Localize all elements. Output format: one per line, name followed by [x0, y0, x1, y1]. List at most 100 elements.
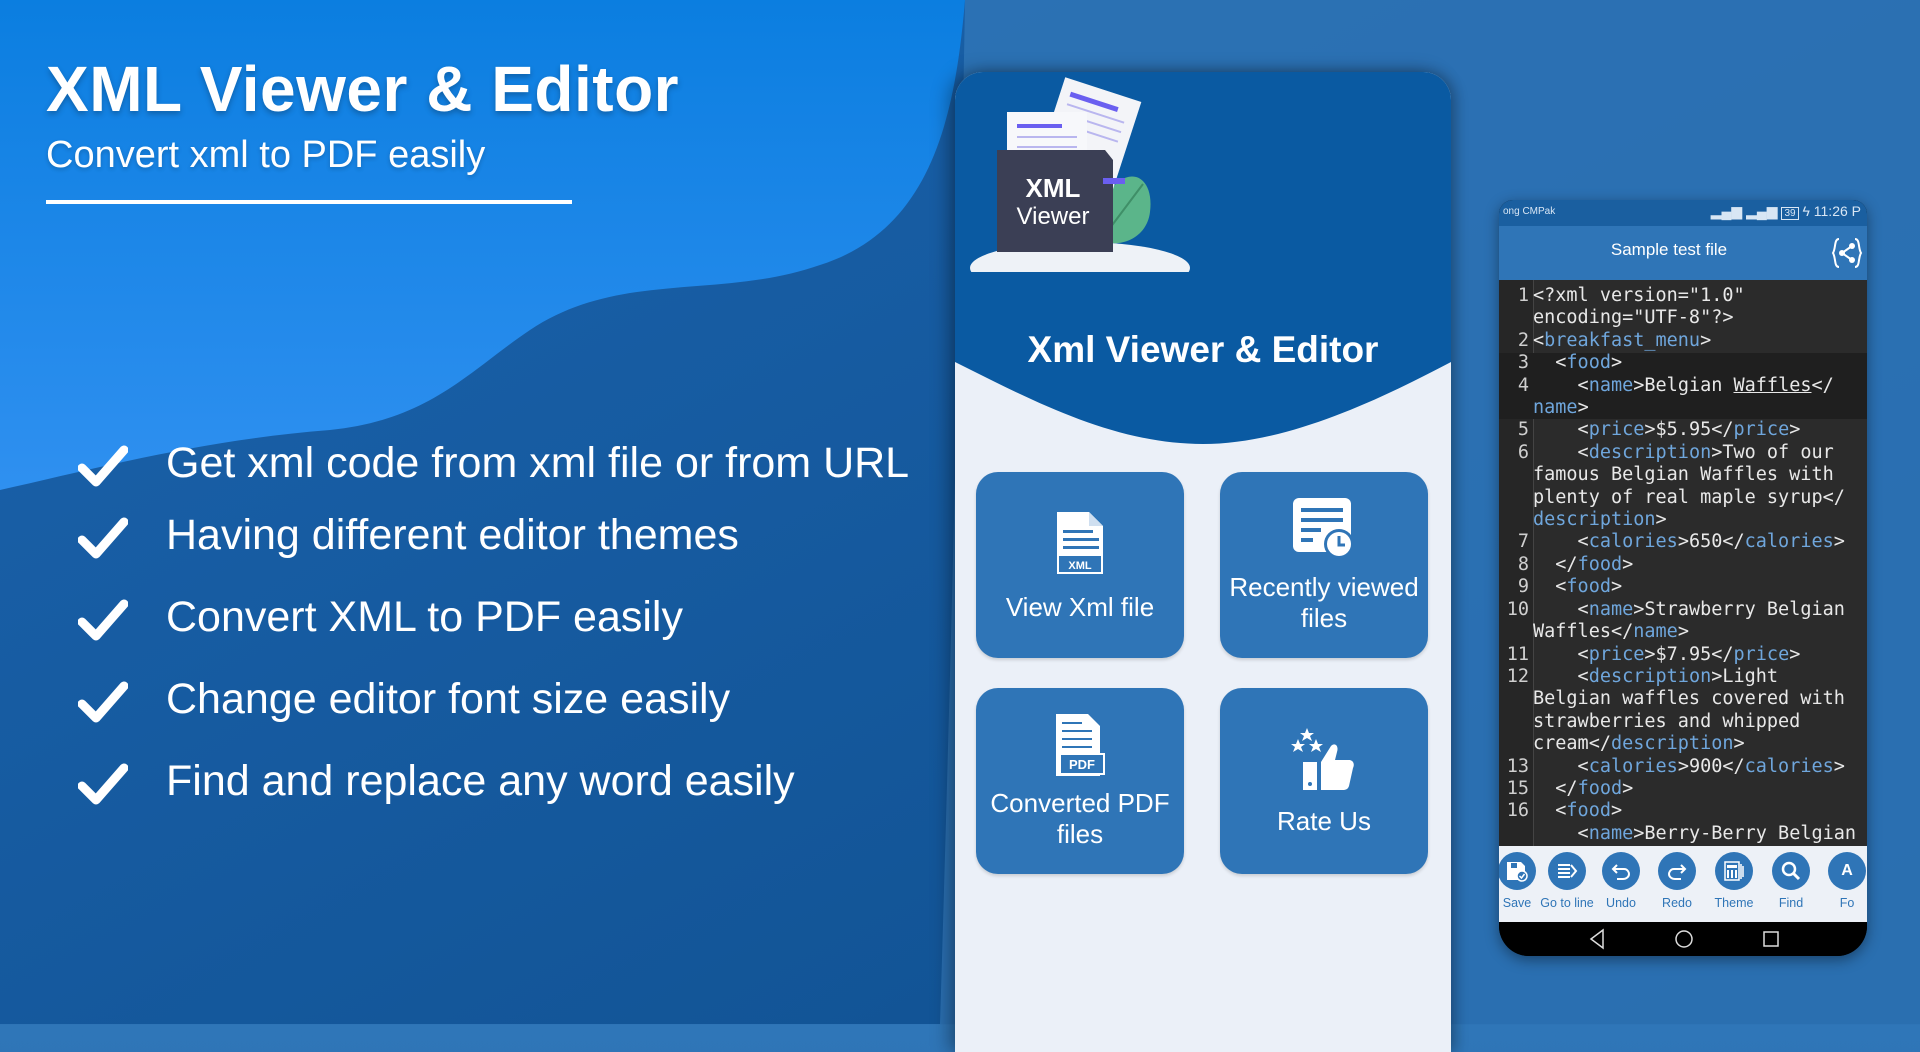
code-token: >900</	[1677, 755, 1745, 777]
xml-tag-name: food	[1577, 553, 1623, 575]
code-line: 3 <food>	[1499, 352, 1867, 374]
hero-title: XML Viewer & Editor	[46, 53, 680, 125]
line-number	[1499, 509, 1533, 531]
code-text: <?xml version="1.0"	[1533, 285, 1745, 307]
editor-app-bar: Sample test file	[1499, 226, 1867, 280]
xml-tag-name: name	[1533, 397, 1578, 419]
code-text: <name>Strawberry Belgian	[1533, 599, 1845, 621]
line-number: 16	[1506, 800, 1529, 822]
code-token: >$5.95</	[1644, 419, 1734, 441]
font-button[interactable]: A Fo	[1817, 852, 1867, 910]
font-icon: A	[1841, 862, 1853, 879]
xml-tag-name: calories	[1744, 755, 1834, 777]
code-token: >	[1789, 643, 1801, 665]
xml-tag-name: calories	[1588, 531, 1678, 553]
line-number: 5	[1517, 419, 1529, 441]
xml-tag-name: price	[1733, 643, 1790, 665]
xml-tag-name: calories	[1744, 531, 1834, 553]
code-token: >$7.95</	[1644, 643, 1734, 665]
status-right: ▂▄▆ ▂▄▆ 39 ϟ 11:26 P	[1711, 203, 1861, 220]
code-line: 13 <calories>900</calories>	[1499, 756, 1867, 778]
xml-tag-name: food	[1577, 777, 1623, 799]
code-line: 2 <breakfast_menu>	[1499, 330, 1867, 352]
undo-button[interactable]: Undo	[1591, 852, 1651, 910]
code-line: cream</description>	[1499, 733, 1867, 755]
code-token: <	[1533, 665, 1589, 687]
code-token: >	[1622, 777, 1634, 799]
code-token: <	[1533, 374, 1589, 396]
recent-files-icon	[1293, 498, 1354, 559]
feature-item: Change editor font size easily	[78, 676, 938, 724]
code-line: Waffles</name>	[1499, 621, 1867, 643]
xml-file-icon: XML	[1057, 512, 1103, 574]
code-line: encoding="UTF-8"?>	[1499, 307, 1867, 329]
code-line: 7 <calories>650</calories>	[1499, 531, 1867, 553]
code-text: Belgian waffles covered with	[1533, 688, 1845, 710]
signal-icon: ▂▄▆ ▂▄▆	[1710, 203, 1782, 219]
code-token: <	[1533, 531, 1589, 553]
line-number: 8	[1517, 553, 1529, 575]
theme-button[interactable]: Theme	[1704, 852, 1764, 910]
code-text: cream</description>	[1533, 733, 1745, 755]
code-text: encoding="UTF-8"?>	[1533, 307, 1733, 329]
code-text: <description>Two of our	[1533, 442, 1834, 464]
go-to-line-button[interactable]: Go to line	[1537, 852, 1597, 910]
xml-tag-name: description	[1610, 733, 1734, 755]
code-line: strawberries and whipped	[1499, 711, 1867, 733]
home-icon[interactable]	[1673, 928, 1695, 950]
code-token: Belgian waffles covered with	[1533, 688, 1845, 710]
code-text: Waffles</name>	[1533, 621, 1689, 643]
code-text: name>	[1533, 397, 1589, 419]
rate-us-button[interactable]: Rate Us	[1220, 688, 1428, 874]
xml-tag-name: name	[1633, 621, 1678, 643]
xml-tag-name: calories	[1588, 755, 1678, 777]
code-token: <	[1533, 576, 1567, 598]
recents-icon[interactable]	[1761, 928, 1781, 950]
line-number: 11	[1506, 643, 1529, 665]
code-line: 15 </food>	[1499, 778, 1867, 800]
xml-tag-name: price	[1588, 419, 1645, 441]
code-token: </	[1533, 777, 1578, 799]
home-screen-phone: XML Viewer Xml Viewer & Editor XML View …	[955, 72, 1451, 1052]
redo-button[interactable]: Redo	[1647, 852, 1707, 910]
code-token: >	[1655, 509, 1667, 531]
recently-viewed-files-button[interactable]: Recently viewed files	[1220, 472, 1428, 658]
code-token: >	[1833, 755, 1845, 777]
hero-divider	[46, 200, 572, 204]
view-xml-file-button[interactable]: XML View Xml file	[976, 472, 1184, 658]
code-token: </	[1533, 553, 1578, 575]
xml-tag-name: description	[1533, 509, 1656, 531]
editor-screen-phone: ong CMPak ▂▄▆ ▂▄▆ 39 ϟ 11:26 P Sample te…	[1499, 200, 1867, 956]
xml-tag-name: breakfast_menu	[1544, 329, 1701, 351]
line-number: 9	[1517, 576, 1529, 598]
status-bar: ong CMPak ▂▄▆ ▂▄▆ 39 ϟ 11:26 P	[1499, 200, 1867, 226]
logo-line1: XML	[1026, 173, 1081, 203]
code-token: >Belgian	[1633, 374, 1734, 396]
code-token: >	[1700, 329, 1712, 351]
code-token: <	[1533, 598, 1589, 620]
line-number: 3	[1517, 352, 1529, 374]
back-icon[interactable]	[1587, 928, 1607, 950]
line-number	[1499, 711, 1533, 733]
converted-pdf-files-button[interactable]: PDF Converted PDF files	[976, 688, 1184, 874]
line-number	[1499, 307, 1533, 329]
pdf-file-icon: PDF	[1056, 714, 1105, 776]
xml-tag-name: food	[1566, 352, 1611, 374]
xml-tag-name: price	[1733, 419, 1790, 441]
code-token: >Two of our	[1711, 441, 1834, 463]
code-text: strawberries and whipped	[1533, 711, 1800, 733]
code-text: </food>	[1533, 554, 1633, 576]
clock: 11:26 P	[1813, 203, 1861, 219]
find-button[interactable]: Find	[1761, 852, 1821, 910]
feature-text: Change editor font size easily	[166, 675, 731, 723]
line-number	[1499, 621, 1533, 643]
code-editor[interactable]: 1 <?xml version="1.0" encoding="UTF-8"?> 2 <…	[1499, 280, 1867, 846]
code-line: famous Belgian Waffles with	[1499, 464, 1867, 486]
xml-share-icon[interactable]	[1831, 236, 1863, 270]
theme-icon	[1724, 861, 1744, 881]
line-number	[1499, 823, 1533, 845]
code-token: >	[1833, 531, 1845, 553]
code-text: <food>	[1533, 576, 1622, 598]
code-token: Waffles</	[1533, 621, 1634, 643]
code-token: famous Belgian Waffles with	[1533, 464, 1834, 486]
